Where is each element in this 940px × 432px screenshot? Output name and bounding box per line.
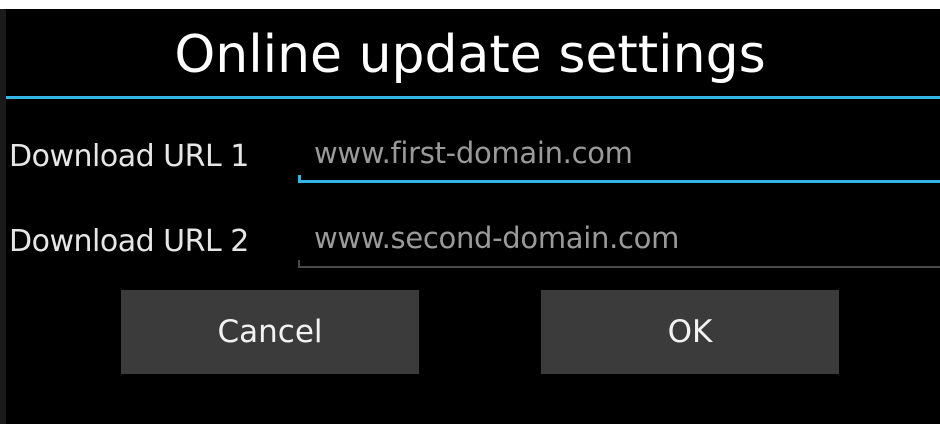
download-url-2-input[interactable] <box>298 212 940 264</box>
download-url-2-label: Download URL 2 <box>9 224 249 259</box>
online-update-dialog: Online update settings Download URL 1 Do… <box>0 9 940 424</box>
download-url-1-input[interactable] <box>298 127 940 179</box>
dialog-title: Online update settings <box>174 25 766 85</box>
download-url-1-field[interactable] <box>298 127 940 187</box>
title-divider <box>6 96 940 99</box>
download-url-2-field[interactable] <box>298 212 940 272</box>
download-url-1-label: Download URL 1 <box>9 139 249 174</box>
ok-button[interactable]: OK <box>541 290 839 374</box>
cancel-button[interactable]: Cancel <box>121 290 419 374</box>
